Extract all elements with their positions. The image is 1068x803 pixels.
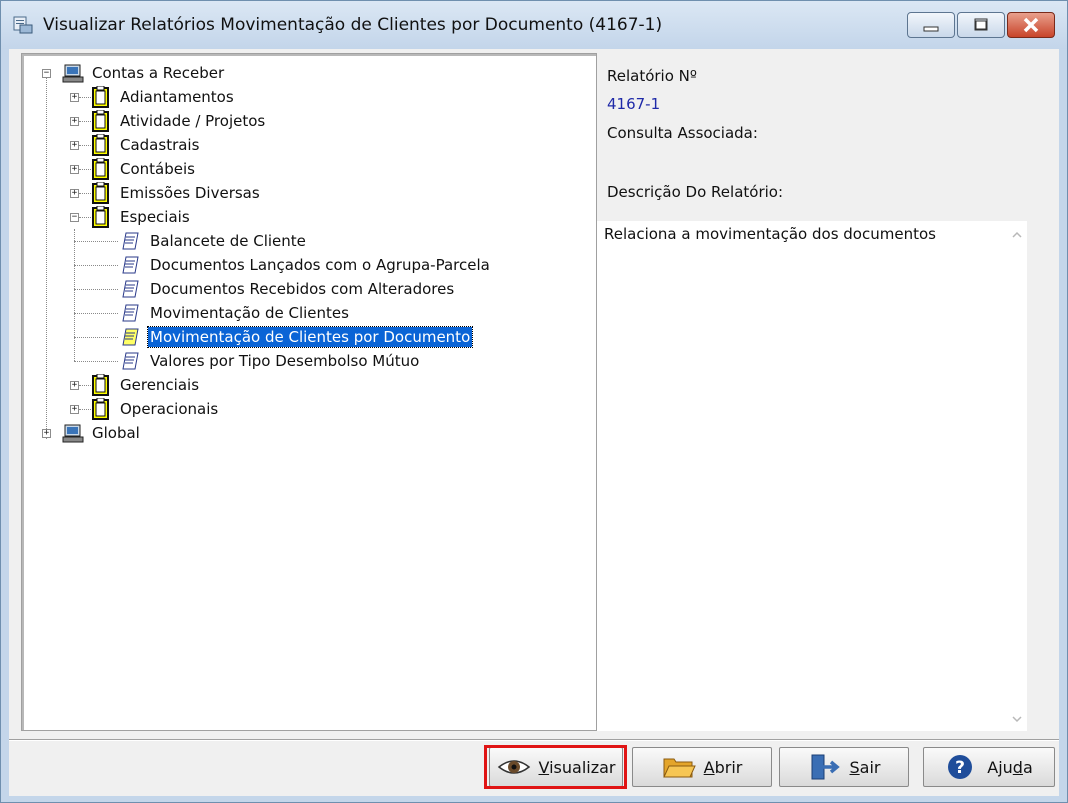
report-document-icon — [122, 304, 139, 322]
folder-report-icon — [92, 398, 109, 420]
tree-leaf-movimentacao-por-documento-selected[interactable]: Movimentação de Clientes por Documento — [74, 326, 474, 348]
report-number-label: Relatório Nº — [607, 67, 697, 85]
maximize-icon — [974, 18, 988, 31]
report-tree-panel[interactable]: − Contas a Receber + Adiantamentos + Ati… — [21, 53, 597, 731]
maximize-button[interactable] — [957, 12, 1005, 38]
description-scrollbar[interactable] — [1007, 221, 1027, 731]
close-button[interactable] — [1007, 12, 1055, 38]
expand-icon[interactable]: + — [70, 188, 79, 198]
report-app-icon — [13, 16, 33, 34]
report-document-icon — [122, 232, 139, 250]
tree-node-label: Contas a Receber — [92, 64, 225, 82]
tree-node-label: Emissões Diversas — [120, 184, 260, 202]
close-icon — [1023, 17, 1039, 33]
tree-node-cadastrais[interactable]: + Cadastrais — [70, 134, 201, 156]
folder-open-icon — [662, 758, 696, 778]
report-document-icon — [122, 256, 139, 274]
tree-node-label: Valores por Tipo Desembolso Mútuo — [150, 352, 420, 370]
tree-leaf-valores-por-tipo[interactable]: Valores por Tipo Desembolso Mútuo — [74, 350, 421, 372]
tree-node-global[interactable]: + Global — [42, 422, 142, 444]
tree-leaf-movimentacao-de-clientes[interactable]: Movimentação de Clientes — [74, 302, 351, 324]
tree-node-atividade-projetos[interactable]: + Atividade / Projetos — [70, 110, 267, 132]
client-area: − Contas a Receber + Adiantamentos + Ati… — [9, 49, 1059, 796]
computer-icon — [62, 64, 84, 83]
tree-node-especiais[interactable]: − Especiais — [70, 206, 192, 228]
tree-node-label: Global — [92, 424, 140, 442]
svg-text:?: ? — [955, 758, 965, 778]
tree-node-label: Movimentação de Clientes — [150, 304, 349, 322]
tree-leaf-balancete-de-cliente[interactable]: Balancete de Cliente — [74, 230, 308, 252]
scroll-down-icon[interactable] — [1011, 713, 1023, 725]
associated-query-label: Consulta Associada: — [607, 124, 758, 142]
minimize-button[interactable] — [907, 12, 955, 38]
help-icon: ? — [948, 755, 973, 779]
tree-node-label: Atividade / Projetos — [120, 112, 266, 130]
tree-node-label: Adiantamentos — [120, 88, 234, 106]
report-number-value: 4167-1 — [607, 95, 661, 113]
tree-node-label: Contábeis — [120, 160, 195, 178]
expand-icon[interactable]: + — [70, 164, 79, 174]
collapse-icon[interactable]: − — [70, 212, 79, 222]
expand-icon[interactable]: + — [70, 140, 79, 150]
expand-icon[interactable]: + — [70, 116, 79, 126]
tree-leaf-documentos-recebidos[interactable]: Documentos Recebidos com Alteradores — [74, 278, 456, 300]
divider — [9, 740, 1059, 741]
tree-node-gerenciais[interactable]: + Gerenciais — [70, 374, 201, 396]
folder-report-icon — [92, 374, 109, 396]
minimize-icon — [923, 26, 939, 32]
report-document-selected-icon — [122, 328, 139, 346]
folder-report-icon — [92, 206, 109, 228]
folder-report-icon — [92, 158, 109, 180]
expand-icon[interactable]: + — [70, 404, 79, 414]
report-document-icon — [122, 352, 139, 370]
ajuda-label: Ajuda — [987, 757, 1033, 777]
tree-node-adiantamentos[interactable]: + Adiantamentos — [70, 86, 236, 108]
folder-report-icon — [92, 110, 109, 132]
tree-node-emissoes-diversas[interactable]: + Emissões Diversas — [70, 182, 262, 204]
tree-node-label: Documentos Recebidos com Alteradores — [150, 280, 455, 298]
ajuda-button[interactable]: ? Ajuda — [923, 747, 1055, 787]
report-description-box[interactable]: Relaciona a movimentação dos documentos — [597, 221, 1027, 731]
tree-node-label: Especiais — [120, 208, 190, 226]
sair-button[interactable]: Sair — [779, 747, 909, 787]
collapse-icon[interactable]: − — [42, 68, 51, 78]
tree-node-operacionais[interactable]: + Operacionais — [70, 398, 220, 420]
folder-report-icon — [92, 182, 109, 204]
expand-icon[interactable]: + — [70, 380, 79, 390]
tree-leaf-documentos-lancados[interactable]: Documentos Lançados com o Agrupa-Parcela — [74, 254, 492, 276]
report-document-icon — [122, 280, 139, 298]
folder-report-icon — [92, 86, 109, 108]
report-description-text: Relaciona a movimentação dos documentos — [604, 225, 936, 243]
tree-node-label: Operacionais — [120, 400, 219, 418]
folder-report-icon — [92, 134, 109, 156]
highlight-box — [484, 745, 627, 789]
exit-door-icon — [811, 754, 840, 780]
tree-node-label: Balancete de Cliente — [150, 232, 306, 250]
window-title: Visualizar Relatórios Movimentação de Cl… — [43, 15, 663, 35]
sair-label: Sair — [849, 757, 881, 777]
expand-icon[interactable]: + — [42, 428, 51, 438]
report-description-label: Descrição Do Relatório: — [607, 183, 784, 201]
abrir-button[interactable]: Abrir — [632, 747, 772, 787]
report-details-panel: Relatório Nº 4167-1 Consulta Associada: … — [597, 53, 1053, 731]
tree-node-label: Gerenciais — [120, 376, 200, 394]
abrir-label: Abrir — [703, 757, 743, 777]
title-bar[interactable]: Visualizar Relatórios Movimentação de Cl… — [1, 1, 1067, 49]
tree-node-contabeis[interactable]: + Contábeis — [70, 158, 197, 180]
tree-node-label: Documentos Lançados com o Agrupa-Parcela — [150, 256, 490, 274]
report-tree[interactable]: − Contas a Receber + Adiantamentos + Ati… — [22, 54, 596, 730]
expand-icon[interactable]: + — [70, 92, 79, 102]
computer-icon — [62, 424, 84, 443]
scroll-up-icon[interactable] — [1011, 229, 1023, 241]
tree-node-label-selected: Movimentação de Clientes por Documento — [146, 326, 474, 348]
tree-node-label: Cadastrais — [120, 136, 200, 154]
tree-node-contas-a-receber[interactable]: − Contas a Receber — [42, 62, 226, 84]
report-viewer-window: Visualizar Relatórios Movimentação de Cl… — [0, 0, 1068, 803]
